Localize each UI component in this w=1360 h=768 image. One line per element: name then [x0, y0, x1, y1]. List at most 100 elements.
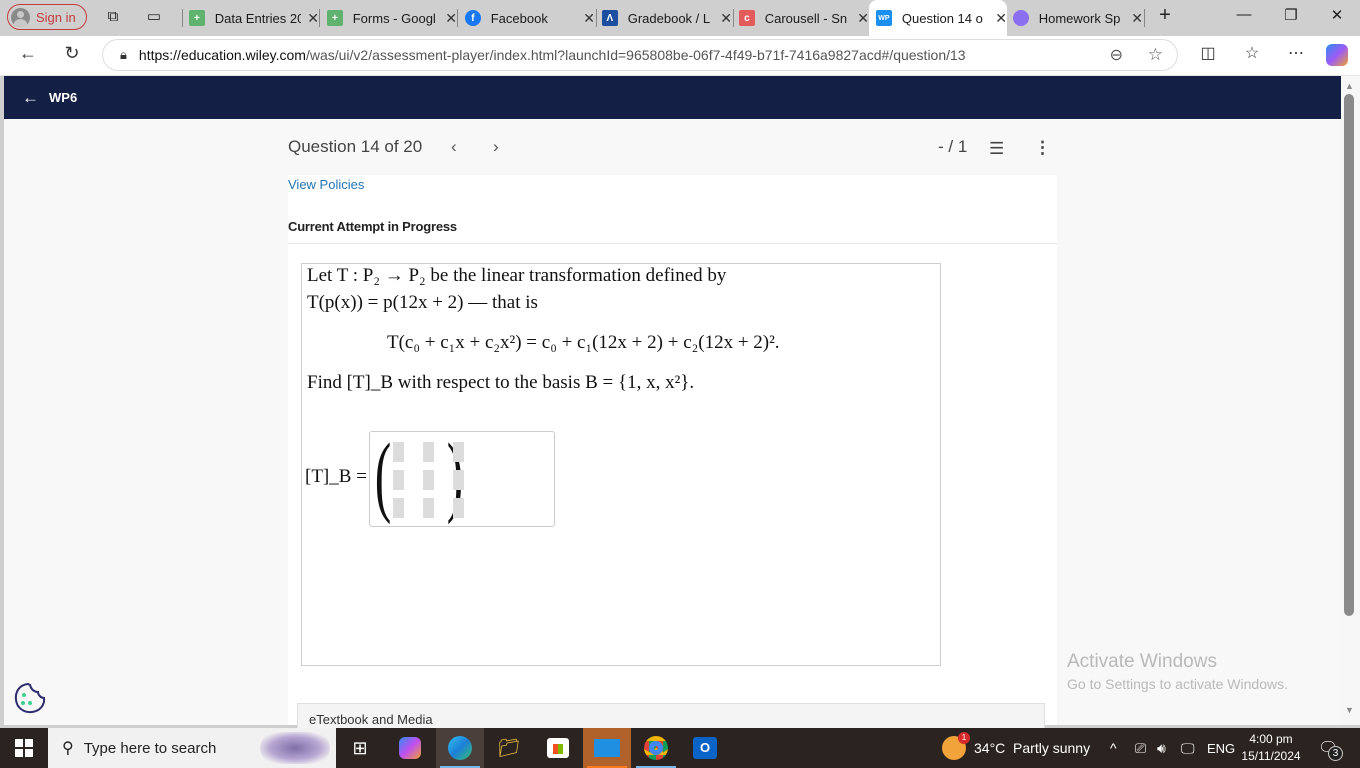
answer-label: [T]_B = [305, 466, 367, 487]
tab-separator [319, 9, 320, 27]
sign-in-label: Sign in [36, 9, 76, 25]
tab-separator [733, 9, 734, 27]
close-tab-icon[interactable]: ✕ [857, 10, 869, 27]
tab-homework[interactable]: Homework Sp ✕ [1013, 0, 1143, 36]
back-arrow-icon[interactable]: ← [22, 88, 39, 108]
kebab-menu-icon[interactable]: ⋮ [1034, 138, 1051, 158]
copilot-taskbar-icon[interactable] [386, 728, 434, 768]
matrix-cell-3-3[interactable] [453, 498, 464, 518]
close-tab-icon[interactable]: ✕ [445, 10, 457, 27]
tab-data-entries[interactable]: + Data Entries 20 ✕ [189, 0, 319, 36]
attempt-status: Current Attempt in Progress [288, 219, 457, 234]
refresh-icon[interactable]: ↻ [60, 43, 84, 64]
watermark-title: Activate Windows [1067, 651, 1217, 672]
question-counter: Question 14 of 20 [288, 137, 423, 156]
previous-question-icon[interactable]: ‹ [451, 137, 457, 157]
scrollbar-thumb[interactable] [1344, 94, 1354, 616]
assessment-page: Question 14 of 20 ‹ › - / 1 ☰ ⋮ View Pol… [4, 119, 1341, 725]
tab-carousell[interactable]: c Carousell - Sn ✕ [739, 0, 869, 36]
weather-icon: 1 [942, 732, 970, 760]
next-question-icon[interactable]: › [493, 137, 499, 157]
question-line-4: Find [T]_B with respect to the basis B =… [307, 372, 695, 393]
windows-start-icon[interactable] [15, 739, 33, 757]
lock-icon: 🔒︎ [120, 47, 127, 62]
show-hidden-icons[interactable]: ^ [1110, 728, 1117, 768]
scroll-down-icon[interactable]: ▼ [1345, 705, 1354, 715]
clock-time: 4:00 pm [1249, 732, 1293, 746]
close-tab-icon[interactable]: ✕ [720, 10, 732, 27]
address-bar-row: ← ↻ 🔒︎ https://education.wiley.com /was/… [0, 36, 1360, 76]
matrix-cell-1-1[interactable] [393, 442, 404, 462]
meet-now-icon[interactable]: ⎚ [1135, 728, 1146, 768]
matrix-cell-2-1[interactable] [393, 470, 404, 490]
carousell-icon: c [739, 10, 755, 26]
close-tab-icon[interactable]: ✕ [307, 10, 319, 27]
matrix-cell-2-3[interactable] [453, 470, 464, 490]
notification-count: 3 [1328, 746, 1343, 761]
view-policies-link[interactable]: View Policies [288, 177, 364, 192]
tab-actions-icon[interactable]: ▭ [145, 8, 163, 26]
matrix-cell-2-2[interactable] [423, 470, 434, 490]
edge-browser-icon[interactable] [436, 728, 484, 768]
favorites-icon[interactable]: ☆ [1240, 43, 1264, 63]
cookie-settings-icon[interactable] [13, 682, 47, 714]
volume-icon[interactable]: 🔊︎ [1157, 728, 1166, 768]
workspaces-icon[interactable]: ⧉ [104, 8, 122, 26]
tab-title: Gradebook / L [627, 10, 711, 26]
task-view-icon[interactable]: ⊞ [336, 728, 384, 768]
tab-title: Question 14 o [901, 10, 983, 26]
divider [288, 243, 1057, 244]
tab-title: Forms - Googl [352, 10, 436, 26]
chrome-icon[interactable] [632, 728, 680, 768]
weather-widget[interactable]: 1 34°C Partly sunny [942, 728, 1090, 768]
tab-question-14-active[interactable]: WP Question 14 o ✕ [869, 0, 1007, 36]
tab-gradebook[interactable]: Λ Gradebook / L ✕ [602, 0, 732, 36]
close-tab-icon[interactable]: ✕ [995, 10, 1007, 27]
matrix-answer-box: ( ) [369, 431, 555, 527]
matrix-cell-3-1[interactable] [393, 498, 404, 518]
clock-date: 15/11/2024 [1241, 749, 1301, 763]
matrix-cell-1-3[interactable] [453, 442, 464, 462]
close-tab-icon[interactable]: ✕ [583, 10, 595, 27]
favorite-star-icon[interactable]: ☆ [1148, 45, 1163, 65]
close-tab-icon[interactable]: ✕ [1131, 10, 1143, 27]
copilot-icon[interactable] [1326, 44, 1348, 66]
split-screen-icon[interactable]: ◫ [1196, 43, 1220, 63]
outlook-icon[interactable]: O [681, 728, 729, 768]
profile-avatar-icon [11, 7, 30, 27]
url-field[interactable]: 🔒︎ https://education.wiley.com /was/ui/v… [102, 39, 1178, 71]
close-window-icon[interactable]: ✕ [1327, 6, 1347, 24]
scroll-up-icon[interactable]: ▲ [1345, 81, 1354, 91]
sign-in-button[interactable]: Sign in [7, 4, 87, 30]
question-list-icon[interactable]: ☰ [989, 139, 1004, 159]
tab-separator [596, 9, 597, 27]
new-tab-icon[interactable]: + [1155, 4, 1175, 27]
minimize-icon[interactable]: — [1234, 6, 1254, 23]
tab-title: Homework Sp [1038, 10, 1121, 26]
mail-icon[interactable] [583, 728, 631, 768]
tab-facebook[interactable]: f Facebook ✕ [465, 0, 595, 36]
network-icon[interactable]: 🖵︎ [1181, 728, 1195, 768]
page-scrollbar[interactable]: ▲ ▼ [1341, 76, 1360, 725]
question-equation: T(c₀ + c₁x + c₂x²) = c₀ + c₁(12x + 2) + … [387, 332, 780, 353]
tab-separator [457, 9, 458, 27]
matrix-cell-3-2[interactable] [423, 498, 434, 518]
zoom-out-icon[interactable]: ⊖ [1110, 45, 1123, 65]
tab-title: Facebook [490, 10, 548, 26]
more-options-icon[interactable]: ⋯ [1284, 43, 1308, 63]
tab-forms[interactable]: + Forms - Googl ✕ [327, 0, 457, 36]
taskbar-search-box[interactable]: ⚲ Type here to search [48, 728, 336, 768]
file-explorer-icon[interactable]: 📁︎ [485, 728, 533, 768]
course-title[interactable]: WP6 [49, 90, 77, 105]
language-indicator[interactable]: ENG [1207, 728, 1235, 768]
back-icon[interactable]: ← [16, 43, 40, 64]
windows-taskbar: ⚲ Type here to search ⊞ 📁︎ O 1 34°C Part… [0, 728, 1360, 768]
url-domain: https://education.wiley.com [138, 47, 306, 63]
microsoft-store-icon[interactable] [534, 728, 582, 768]
tab-title: Carousell - Sn [764, 10, 848, 26]
matrix-cell-1-2[interactable] [423, 442, 434, 462]
notification-center-icon[interactable]: 🗨︎ 3 [1318, 738, 1343, 761]
restore-icon[interactable]: ❐ [1281, 6, 1301, 24]
tab-title: Data Entries 20 [214, 10, 302, 26]
taskbar-clock[interactable]: 4:00 pm 15/11/2024 [1236, 731, 1306, 765]
